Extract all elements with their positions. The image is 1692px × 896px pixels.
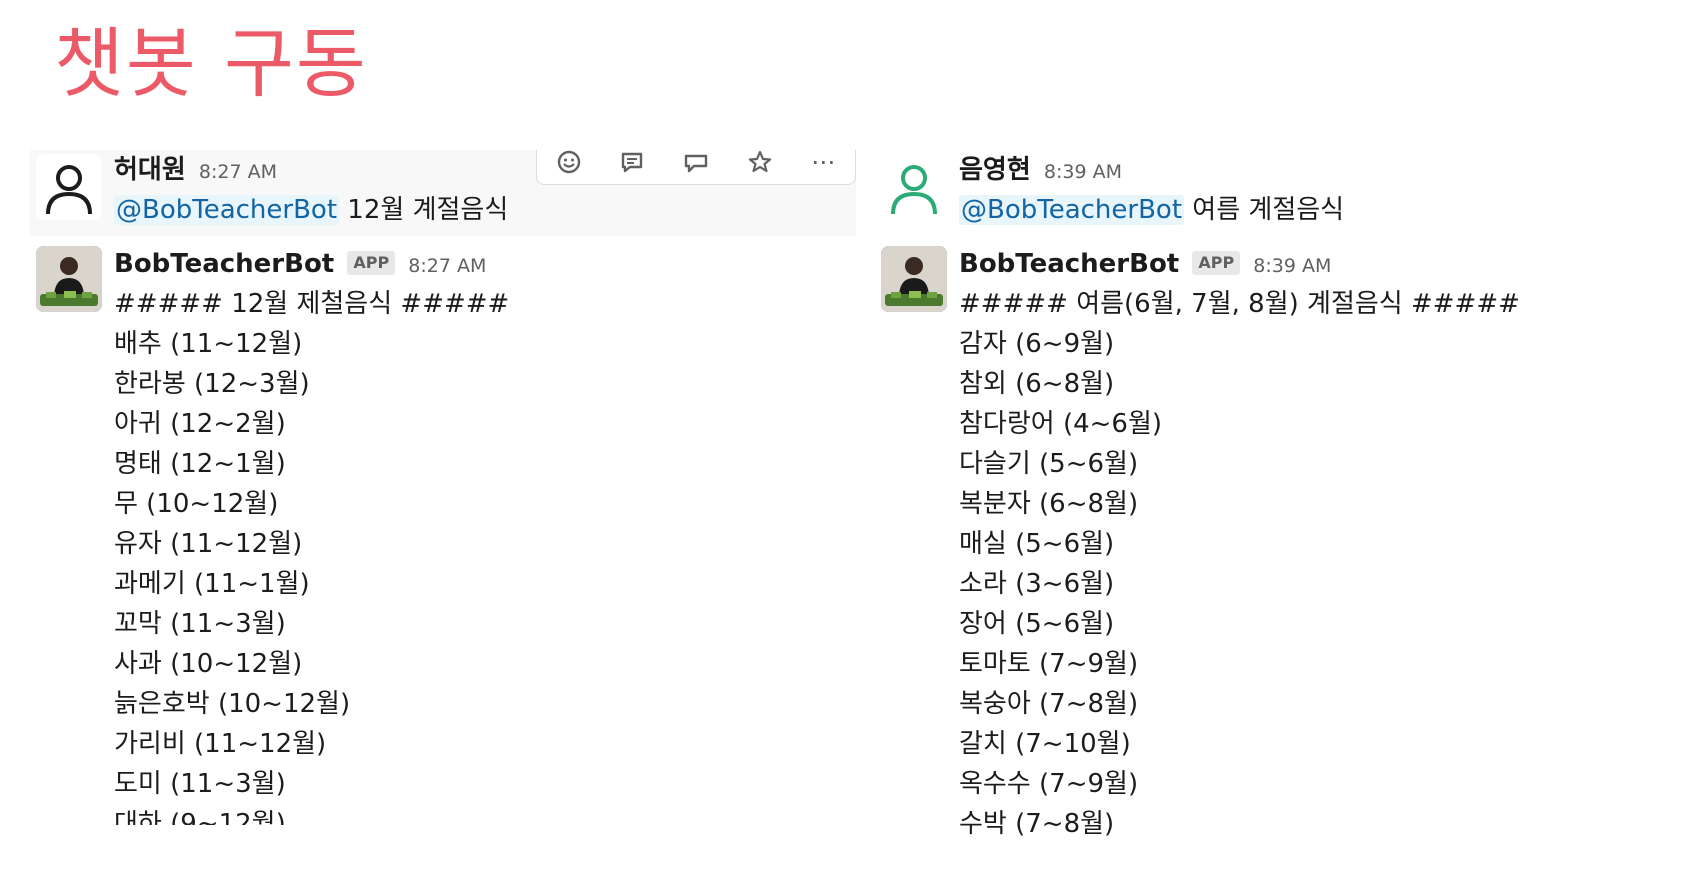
- seasonal-food-item: 가리비 (11~12월): [114, 729, 327, 759]
- message-text: @BobTeacherBot 12월 계절음식: [114, 190, 856, 230]
- reply-thread-icon[interactable]: [601, 150, 665, 184]
- bot-mention[interactable]: @BobTeacherBot: [959, 195, 1185, 225]
- seasonal-food-item: 갈치 (7~10월): [959, 729, 1131, 759]
- message-text: @BobTeacherBot 여름 계절음식: [959, 190, 1675, 230]
- right-chat-panel: 음영현 8:39 AM @BobTeacherBot 여름 계절음식 BobTe…: [875, 150, 1675, 850]
- seasonal-food-item: 아귀 (12~2월): [114, 409, 286, 439]
- bot-reply-list: ##### 12월 제철음식 ##### 배추 (11~12월) 한라봉 (12~3…: [114, 284, 856, 825]
- reply-heading: ##### 여름(6월, 7월, 8월) 계절음식 #####: [959, 289, 1520, 319]
- emoji-reaction-icon[interactable]: [537, 150, 601, 184]
- bot-mention[interactable]: @BobTeacherBot: [114, 195, 340, 225]
- bot-avatar-icon[interactable]: [36, 246, 102, 312]
- seasonal-food-item: 수박 (7~8월): [959, 809, 1115, 839]
- left-chat-panel: 허대원 8:27 AM @BobTeacherBot 12월 계절음식 ⋯ Bo…: [30, 150, 856, 825]
- user-message-left[interactable]: 허대원 8:27 AM @BobTeacherBot 12월 계절음식 ⋯: [30, 150, 856, 236]
- seasonal-food-item: 무 (10~12월): [114, 489, 279, 519]
- seasonal-food-item: 장어 (5~6월): [959, 609, 1115, 639]
- message-query: 12월 계절음식: [339, 195, 509, 225]
- seasonal-food-item: 늙은호박 (10~12월): [114, 689, 351, 719]
- bookmark-icon[interactable]: [728, 150, 792, 184]
- bot-avatar-icon[interactable]: [881, 246, 947, 312]
- seasonal-food-item: 명태 (12~1월): [114, 449, 286, 479]
- sender-name[interactable]: 음영현: [959, 155, 1031, 185]
- seasonal-food-item: 배추 (11~12월): [114, 329, 303, 359]
- seasonal-food-item: 도미 (11~3월): [114, 769, 286, 799]
- bot-name[interactable]: BobTeacherBot: [114, 249, 334, 279]
- seasonal-food-item: 소라 (3~6월): [959, 569, 1115, 599]
- more-actions-icon[interactable]: ⋯: [791, 150, 855, 184]
- seasonal-food-item: 꼬막 (11~3월): [114, 609, 286, 639]
- message-time[interactable]: 8:39 AM: [1253, 255, 1331, 277]
- seasonal-food-item: 참다랑어 (4~6월): [959, 409, 1163, 439]
- message-actions-toolbar: ⋯: [536, 150, 856, 185]
- app-badge: APP: [347, 251, 396, 275]
- seasonal-food-item: 감자 (6~9월): [959, 329, 1115, 359]
- reply-heading: ##### 12월 제철음식 #####: [114, 289, 510, 319]
- seasonal-food-item: 매실 (5~6월): [959, 529, 1115, 559]
- bot-reply-list: ##### 여름(6월, 7월, 8월) 계절음식 ##### 감자 (6~9월)…: [959, 284, 1675, 844]
- seasonal-food-item: 한라봉 (12~3월): [114, 369, 310, 399]
- seasonal-food-item: 옥수수 (7~9월): [959, 769, 1139, 799]
- message-query: 여름 계절음식: [1184, 195, 1345, 225]
- seasonal-food-item: 복분자 (6~8월): [959, 489, 1139, 519]
- user-message-right[interactable]: 음영현 8:39 AM @BobTeacherBot 여름 계절음식: [875, 150, 1675, 236]
- seasonal-food-item: 복숭아 (7~8월): [959, 689, 1139, 719]
- message-time[interactable]: 8:27 AM: [199, 161, 277, 183]
- seasonal-food-item: 과메기 (11~1월): [114, 569, 310, 599]
- seasonal-food-item: 사과 (10~12월): [114, 649, 303, 679]
- share-message-icon[interactable]: [664, 150, 728, 184]
- seasonal-food-item: 토마토 (7~9월): [959, 649, 1139, 679]
- message-time[interactable]: 8:27 AM: [408, 255, 486, 277]
- seasonal-food-item: 참외 (6~8월): [959, 369, 1115, 399]
- app-badge: APP: [1192, 251, 1241, 275]
- user-avatar-icon[interactable]: [36, 154, 102, 220]
- bot-name[interactable]: BobTeacherBot: [959, 249, 1179, 279]
- seasonal-food-item: 대하 (9~12월): [114, 809, 286, 825]
- slide-title: 챗봇 구동: [54, 19, 368, 108]
- user-avatar-icon[interactable]: [881, 154, 947, 220]
- message-time[interactable]: 8:39 AM: [1044, 161, 1122, 183]
- bot-message-left[interactable]: BobTeacherBot APP 8:27 AM ##### 12월 제철음식…: [30, 244, 856, 825]
- bot-message-right[interactable]: BobTeacherBot APP 8:39 AM ##### 여름(6월, 7…: [875, 244, 1675, 844]
- seasonal-food-item: 다슬기 (5~6월): [959, 449, 1139, 479]
- seasonal-food-item: 유자 (11~12월): [114, 529, 303, 559]
- sender-name[interactable]: 허대원: [114, 155, 186, 185]
